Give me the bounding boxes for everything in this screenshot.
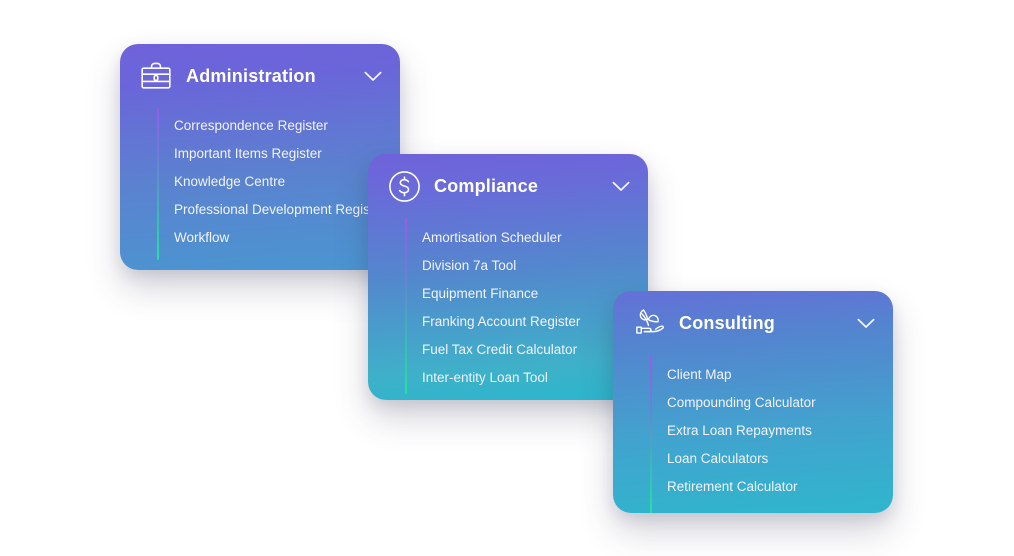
accent-rail — [157, 108, 159, 260]
menu-list-consulting: Client Map Compounding Calculator Extra … — [613, 361, 893, 501]
list-item[interactable]: Correspondence Register — [174, 112, 400, 140]
card-title-administration: Administration — [186, 65, 316, 86]
card-list-wrap-consulting: Client Map Compounding Calculator Extra … — [613, 355, 893, 513]
dollar-circle-icon — [386, 168, 422, 204]
card-list-wrap-compliance: Amortisation Scheduler Division 7a Tool … — [368, 218, 648, 394]
list-item[interactable]: Knowledge Centre — [174, 168, 400, 196]
list-item[interactable]: Professional Development Register — [174, 196, 400, 224]
hand-holding-plant-icon — [631, 305, 667, 341]
chevron-down-icon[interactable] — [362, 65, 384, 87]
list-item[interactable]: Extra Loan Repayments — [667, 417, 893, 445]
card-list-wrap-administration: Correspondence Register Important Items … — [120, 108, 400, 260]
menu-list-compliance: Amortisation Scheduler Division 7a Tool … — [368, 224, 648, 392]
menu-list-administration: Correspondence Register Important Items … — [120, 112, 400, 252]
list-item[interactable]: Important Items Register — [174, 140, 400, 168]
chevron-down-icon[interactable] — [610, 175, 632, 197]
card-title-compliance: Compliance — [434, 175, 539, 196]
list-item[interactable]: Amortisation Scheduler — [422, 224, 648, 252]
card-header-consulting[interactable]: Consulting — [613, 291, 893, 355]
accent-rail — [650, 355, 652, 513]
card-compliance[interactable]: Compliance Amortisation Scheduler Divisi… — [368, 154, 648, 400]
list-item[interactable]: Loan Calculators — [667, 445, 893, 473]
list-item[interactable]: Client Map — [667, 361, 893, 389]
card-header-administration[interactable]: Administration — [120, 44, 400, 108]
accent-rail — [405, 218, 407, 394]
card-stack-canvas: Administration Correspondence Register I… — [0, 0, 1014, 556]
list-item[interactable]: Compounding Calculator — [667, 389, 893, 417]
card-title-consulting: Consulting — [679, 312, 775, 333]
list-item[interactable]: Retirement Calculator — [667, 473, 893, 501]
card-administration[interactable]: Administration Correspondence Register I… — [120, 44, 400, 270]
list-item[interactable]: Division 7a Tool — [422, 252, 648, 280]
card-consulting[interactable]: Consulting Client Map Compounding Calcul… — [613, 291, 893, 513]
list-item[interactable]: Workflow — [174, 224, 400, 252]
card-header-compliance[interactable]: Compliance — [368, 154, 648, 218]
briefcase-icon — [138, 58, 174, 94]
chevron-down-icon[interactable] — [855, 312, 877, 334]
